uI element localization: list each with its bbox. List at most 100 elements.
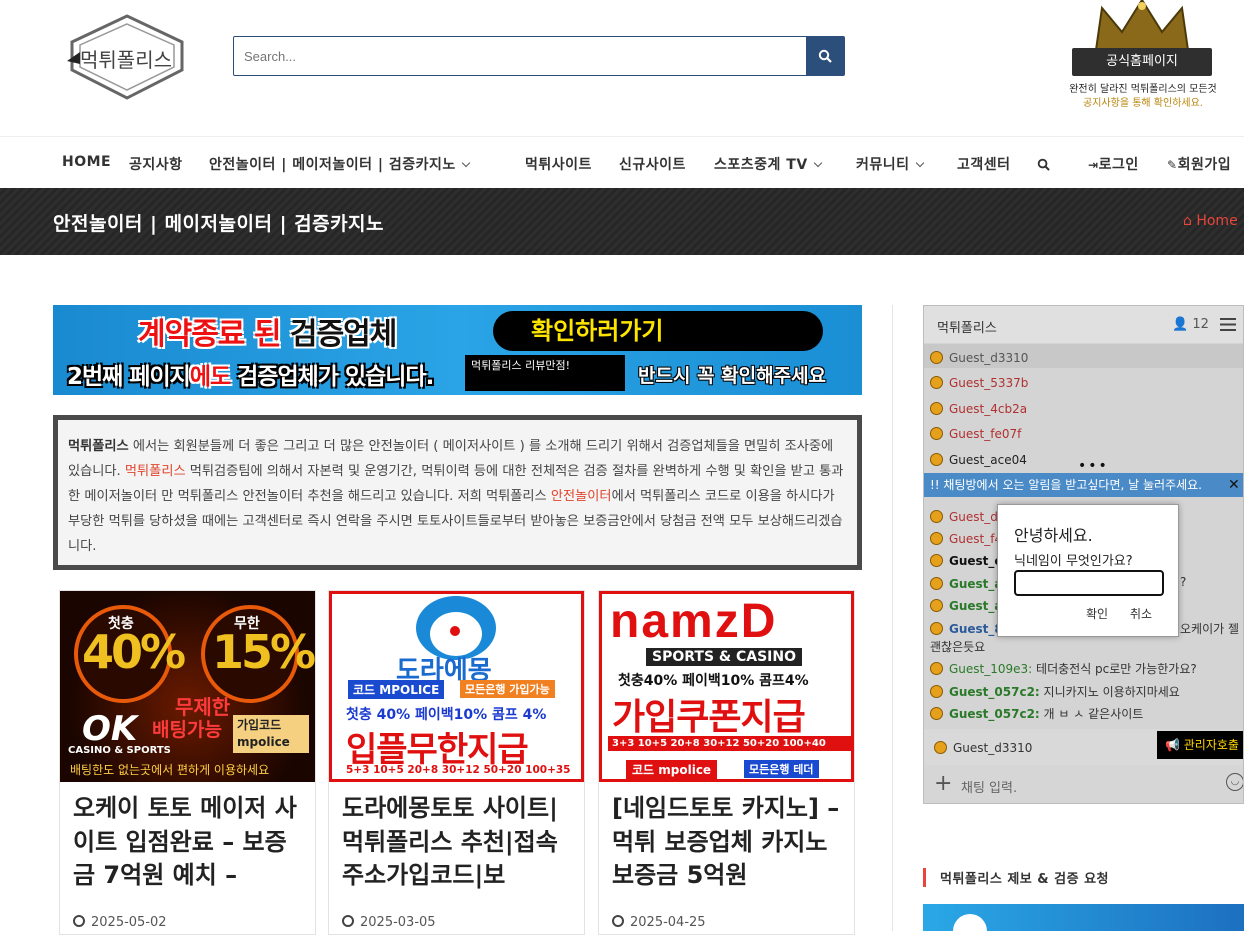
chat-username[interactable]: Guest_d [949,510,998,524]
chat-message: Guest_ace04 [930,451,1027,467]
nav-sports-tv[interactable]: 스포츠중계 TV [714,154,822,174]
more-icon[interactable]: ••• [1078,458,1109,474]
breadcrumb-home-label: Home [1196,213,1238,229]
dialog-cancel-button[interactable]: 취소 [1130,605,1152,622]
dialog-ok-button[interactable]: 확인 [1086,605,1108,622]
nav-community[interactable]: 커뮤니티 [856,154,924,174]
close-icon[interactable]: ✕ [1228,473,1240,497]
post-title[interactable]: [네임드토토 카지노] – 먹튀 보증업체 카지노 보증금 5억원 [612,792,844,893]
post-card-named[interactable]: namzD SPORTS & CASINO 첫충40% 페이백10% 콤프4% … [598,590,855,935]
nav-customer-center[interactable]: 고객센터 [957,154,1011,174]
thumb-text: 모든은행 가입가능 [460,680,555,698]
search-button[interactable] [806,37,844,75]
avatar-icon [930,510,943,523]
login-icon: ⇥ [1088,158,1099,172]
search-input[interactable] [234,37,806,75]
chat-username[interactable]: Guest_d3310 [949,351,1028,365]
nav-home[interactable]: HOME [62,154,111,170]
page-title-bar: 안전놀이터 | 메이저놀이터 | 검증카지노 ⌂ Home [0,188,1244,255]
site-logo[interactable]: 먹튀폴리스 [62,14,192,100]
official-homepage-label: 공식홈페이지 [1072,48,1212,76]
avatar-icon [930,453,943,466]
notification-prompt[interactable]: !! 채팅방에서 오는 알림을 받고싶다면, 날 눌러주세요. ✕ [924,473,1243,497]
banner-line2-a: 2번째 페이지 [67,364,191,390]
post-thumbnail[interactable]: 첫충 40% 무한 15% 무제한 OK 배팅가능 가입코드 mpolice C… [60,591,315,782]
post-card-ok-toto[interactable]: 첫충 40% 무한 15% 무제한 OK 배팅가능 가입코드 mpolice C… [59,590,316,935]
post-card-doraemon[interactable]: 도라에몽 코드 MPOLICE 모든은행 가입가능 첫충 40% 페이백10% … [328,590,585,935]
post-date: 2025-03-05 [342,914,436,930]
post-thumbnail[interactable]: namzD SPORTS & CASINO 첫충40% 페이백10% 콤프4% … [599,591,854,782]
thumb-text: 첫충40% 페이백10% 콤프4% [618,673,809,689]
post-title[interactable]: 도라에몽토토 사이트|먹튀폴리스 추천|접속주소가입코드|보 [342,792,574,893]
plus-icon[interactable]: + [934,771,952,796]
chat-input[interactable]: 채팅 입력. [961,777,1017,796]
avatar-icon [930,351,943,364]
thumb-text: SPORTS & CASINO [646,648,803,666]
menu-icon[interactable] [1220,318,1236,331]
badge-line-1: 완전히 달라진 먹튀폴리스의 모든것 [1069,84,1217,95]
signup-label: 회원가입 [1177,157,1232,173]
intro-link-brand[interactable]: 먹튀폴리스 [125,464,186,479]
clock-icon [612,915,624,927]
login-link[interactable]: ⇥로그인 [1088,154,1139,174]
chat-username[interactable]: Guest_057c2: [949,707,1040,721]
thumb-text: 첫충 40% 페이백10% 콤프 4% [346,707,547,723]
nav-new-sites[interactable]: 신규사이트 [619,154,686,174]
thumb-text: 배팅가능 [152,719,222,741]
post-date-text: 2025-03-05 [360,915,436,930]
chevron-down-icon [813,158,822,168]
edit-icon: ✎ [1167,158,1178,172]
crown-icon [1094,0,1190,51]
thumb-text: 가입쿠폰지급 [612,697,806,738]
chat-message: Guest_057c2: 지니카지노 이용하지마세요 [930,683,1180,700]
column-divider [892,305,893,931]
page-title: 안전놀이터 | 메이저놀이터 | 검증카지노 [53,213,385,235]
banner-line-3: 반드시 꼭 확인해주세요 [638,365,827,387]
dialog-question: 닉네임이 무엇인가요? [1014,554,1133,569]
chat-message-text: ? [1180,575,1187,589]
call-admin-button[interactable]: 📢 관리자호출 [1157,731,1243,759]
nav-search-icon[interactable] [1037,158,1050,171]
chat-message: Guest_4cb2a [930,400,1027,416]
post-date-text: 2025-05-02 [91,915,167,930]
banner-line2-b: 에도 [189,364,238,390]
nav-scam-sites[interactable]: 먹튀사이트 [525,154,592,174]
chat-username[interactable]: Guest_fe07f [949,427,1021,441]
nickname-dialog: 안녕하세요. 닉네임이 무엇인가요? 확인 취소 [997,504,1179,637]
notification-prompt-text: !! 채팅방에서 오는 알림을 받고싶다면, 날 눌러주세요. [930,478,1202,492]
expired-verification-banner[interactable]: 계약종료 된 검증업체 확인하러가기 2번째 페이지에도 검증업체가 있습니다.… [53,305,862,395]
banner-review-box: 먹튀폴리스 리뷰만점! [465,355,625,391]
chat-title: 먹튀폴리스 [937,321,997,336]
banner-check-pill: 확인하러가기 [493,311,823,351]
chat-message: Guest_d [930,508,998,524]
chat-username[interactable]: Guest_f4 [949,532,1002,546]
chat-username[interactable]: Guest_057c2: [949,685,1040,699]
chat-user-count[interactable]: 👤 12 [1172,317,1209,332]
nav-safe-playground[interactable]: 안전놀이터 | 메이저놀이터 | 검증카지노 [209,154,471,174]
chat-username[interactable]: Guest_ace04 [949,453,1027,467]
intro-link-safe[interactable]: 안전놀이터 [551,489,612,504]
official-homepage-badge[interactable]: 공식홈페이지 완전히 달라진 먹튀폴리스의 모든것 공지사항을 통해 확인하세요… [1062,0,1224,110]
emoji-icon[interactable]: ◡ [1226,773,1243,791]
nav-sports-tv-label: 스포츠중계 TV [714,157,808,173]
chat-username[interactable]: Guest_5337b [949,376,1028,390]
thumb-text: 40% [82,625,186,679]
search-icon [818,49,832,63]
thumb-text: 코드 MPOLICE [348,680,445,699]
banner-line1-red: 계약종료 된 [138,317,290,352]
chat-username[interactable]: Guest_109e3: [949,662,1032,676]
signup-link[interactable]: ✎회원가입 [1167,154,1231,174]
nav-notice[interactable]: 공지사항 [129,154,183,174]
sidebar-telegram-banner[interactable] [923,904,1244,931]
thumb-text: 3+3 10+5 20+8 30+12 50+20 100+40 [608,736,851,751]
dialog-title: 안녕하세요. [1014,526,1093,545]
nav-safe-playground-label: 안전놀이터 | 메이저놀이터 | 검증카지노 [209,157,456,173]
post-title[interactable]: 오케이 토토 메이저 사이트 입점완료 – 보증금 7억원 예치 – [73,792,305,893]
post-thumbnail[interactable]: 도라에몽 코드 MPOLICE 모든은행 가입가능 첫충 40% 페이백10% … [329,591,584,782]
banner-line-2: 2번째 페이지에도 검증업체가 있습니다. [67,357,434,391]
nickname-input[interactable] [1014,570,1164,596]
main-nav: HOME 공지사항 안전놀이터 | 메이저놀이터 | 검증카지노 먹튀사이트 신… [0,136,1244,188]
chat-username[interactable]: Guest_4cb2a [949,402,1027,416]
breadcrumb-home[interactable]: ⌂ Home [1183,213,1238,229]
chat-self-user[interactable]: Guest_d3310 [934,739,1032,755]
